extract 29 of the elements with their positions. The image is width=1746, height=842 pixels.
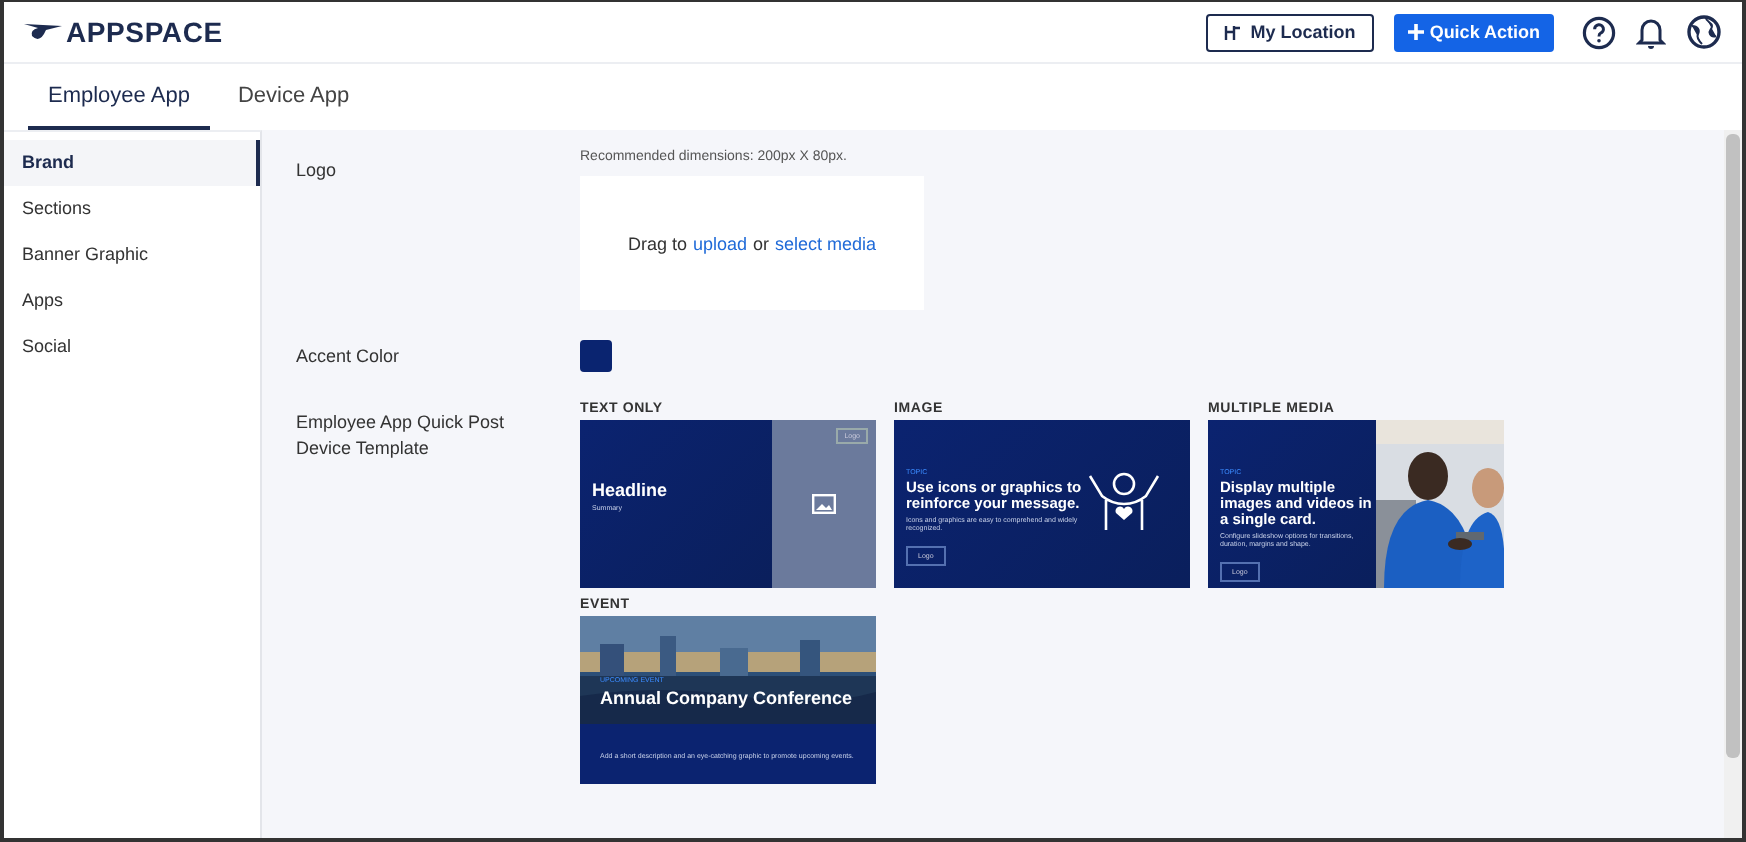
globe-icon[interactable] bbox=[1686, 14, 1722, 50]
plus-icon bbox=[1407, 24, 1424, 40]
person-heart-icon bbox=[1086, 468, 1162, 532]
upload-link[interactable]: upload bbox=[692, 233, 747, 253]
help-icon[interactable] bbox=[1582, 15, 1616, 49]
setting-label: Accent Color bbox=[296, 346, 402, 366]
select-media-link[interactable]: select media bbox=[775, 233, 877, 253]
scrollbar-thumb[interactable] bbox=[1726, 134, 1740, 758]
sidebar-item[interactable]: Brand bbox=[4, 140, 260, 186]
my-location-button[interactable]: My Location bbox=[1206, 13, 1374, 51]
card-headline: Headline bbox=[592, 480, 670, 500]
sidebar-item[interactable]: Social bbox=[4, 324, 260, 370]
sidebar-item[interactable]: Apps bbox=[4, 278, 260, 324]
swoosh-logo-icon bbox=[22, 20, 66, 44]
sidebar-item[interactable]: Banner Graphic bbox=[4, 232, 260, 278]
image-icon bbox=[812, 494, 836, 514]
color-swatch[interactable] bbox=[580, 340, 612, 372]
sidebar-item[interactable]: Sections bbox=[4, 186, 260, 232]
upload-dropzone[interactable]: Drag to upload or select media bbox=[580, 176, 924, 310]
app-tab[interactable]: Device App bbox=[217, 64, 370, 130]
setting-label: Employee App Quick Post Device Template bbox=[296, 410, 507, 462]
drop-text: or bbox=[753, 233, 770, 253]
app-tab[interactable]: Employee App bbox=[28, 64, 210, 130]
drop-text: Drag to bbox=[627, 233, 687, 253]
setting-label: Logo bbox=[296, 158, 339, 184]
brand-logo[interactable]: APPSPACE bbox=[66, 16, 223, 48]
quick-action-button[interactable]: Quick Action bbox=[1393, 13, 1554, 51]
bell-icon[interactable] bbox=[1636, 15, 1666, 49]
card-headline: Annual Company Conference bbox=[600, 688, 853, 708]
